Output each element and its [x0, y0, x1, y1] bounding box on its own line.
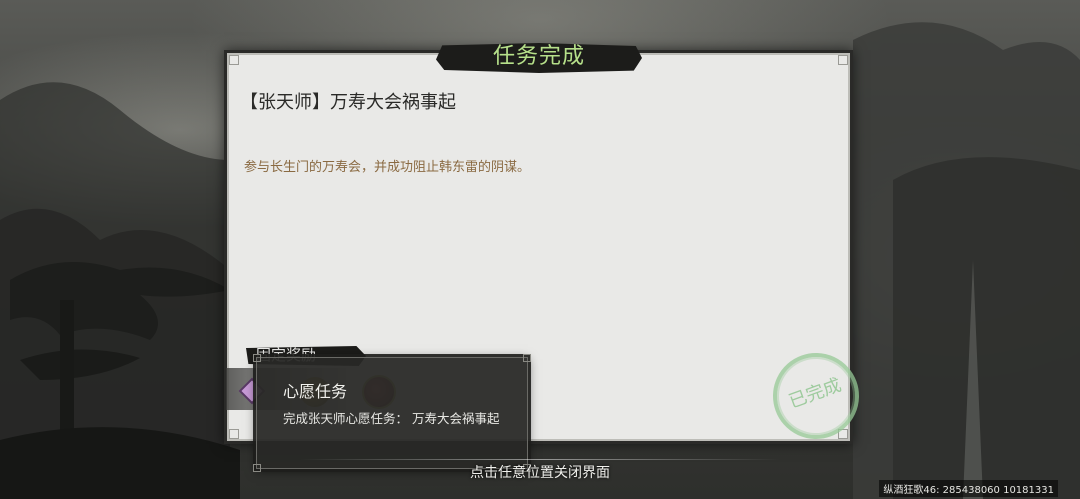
- dialog-corner: [838, 55, 848, 65]
- background-mountains-right: [853, 22, 1080, 499]
- close-hint-divider: [300, 459, 780, 460]
- stamp-label: 已完成: [786, 374, 845, 413]
- tooltip-corner: [253, 354, 261, 362]
- dialog-corner: [229, 55, 239, 65]
- close-hint[interactable]: 点击任意位置关闭界面: [470, 462, 610, 482]
- quest-name: 【张天师】万寿大会祸事起: [240, 92, 456, 113]
- dialog-title: 任务完成: [492, 44, 585, 69]
- tooltip-title: 心愿任务: [283, 382, 348, 401]
- dialog-corner: [229, 429, 239, 439]
- pine-tree-silhouette: [0, 262, 240, 499]
- server-info: 纵酒狂歌46: 285438060 10181331: [879, 480, 1058, 497]
- tooltip-description: 完成张天师心愿任务： 万寿大会祸事起: [283, 411, 500, 426]
- quest-description: 参与长生门的万寿会，并成功阻止韩东雷的阴谋。: [244, 160, 531, 175]
- reward-tooltip: 心愿任务 完成张天师心愿任务： 万寿大会祸事起: [253, 354, 531, 472]
- tooltip-corner: [253, 464, 261, 472]
- tooltip-corner: [523, 354, 531, 362]
